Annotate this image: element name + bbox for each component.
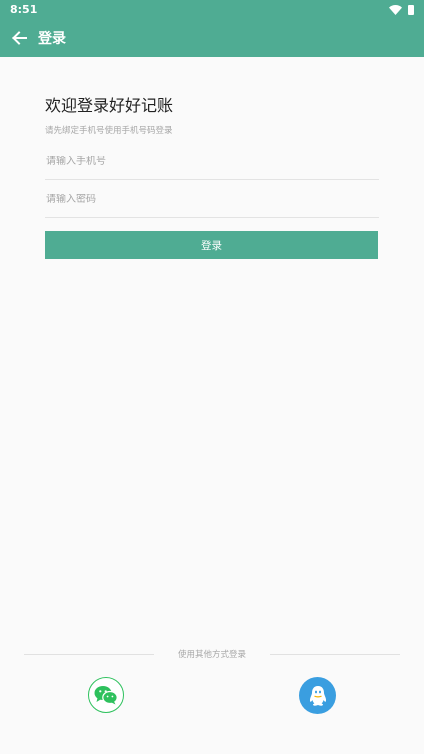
welcome-subtitle: 请先绑定手机号使用手机号码登录 [45,126,173,136]
login-form: 欢迎登录好好记账 请先绑定手机号使用手机号码登录 登录 [45,57,379,259]
password-field [45,194,379,218]
other-login-label: 使用其他方式登录 [178,650,247,660]
page-title: 登录 [38,31,66,47]
app-bar: 登录 [0,19,424,57]
password-input[interactable] [45,194,379,205]
status-icons [389,4,414,15]
divider-line-left [24,653,154,655]
wechat-login-button[interactable] [88,677,124,713]
phone-field [45,156,379,180]
wifi-icon [389,4,402,15]
qq-login-button[interactable] [299,677,336,714]
status-bar: 8:51 [0,0,424,19]
welcome-title: 欢迎登录好好记账 [45,96,174,115]
divider-line-right [270,653,401,655]
back-arrow-icon[interactable] [0,19,38,57]
qq-icon [309,685,326,706]
wechat-icon [94,686,118,705]
phone-input[interactable] [45,156,379,167]
other-login-divider: 使用其他方式登录 [24,646,401,662]
battery-icon [408,4,414,15]
login-button[interactable]: 登录 [45,231,378,259]
status-time: 8:51 [10,3,38,16]
